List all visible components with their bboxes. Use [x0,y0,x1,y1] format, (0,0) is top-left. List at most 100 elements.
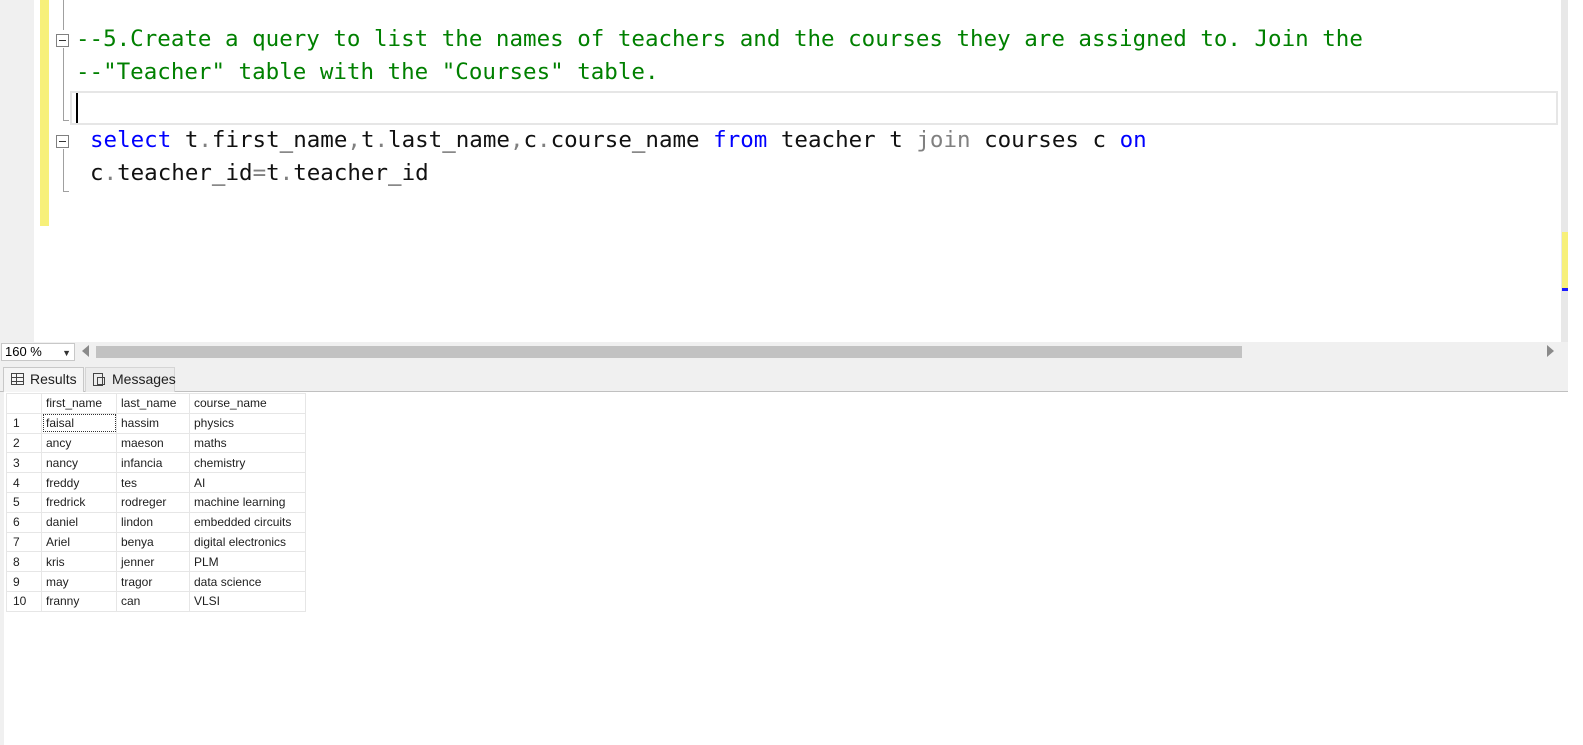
results-tab-strip: Results Messages [0,362,1568,392]
row-number-cell[interactable]: 4 [6,472,42,493]
grid-header-row: first_name last_name course_name [6,393,306,414]
sql-token: . [374,127,389,153]
fold-guide [63,48,64,120]
fold-guide-end [63,191,69,192]
sql-token: on [1119,127,1147,153]
row-number-cell[interactable]: 3 [6,452,42,474]
sql-editor[interactable]: --5.Create a query to list the names of … [0,0,1583,342]
grid-cell[interactable]: rodreger [116,491,190,513]
grid-cell[interactable]: can [116,590,190,612]
fold-guide-end [63,120,69,121]
zoom-dropdown[interactable]: 160 % ▼ [1,343,75,361]
grid-cell[interactable]: daniel [41,511,117,533]
row-number-cell[interactable]: 10 [6,590,42,612]
row-number-cell[interactable]: 8 [6,551,42,573]
table-row[interactable]: 2 ancy maeson maths [6,432,306,454]
sql-token: select [90,127,172,153]
grid-cell[interactable]: embedded circuits [189,511,306,533]
messages-icon [93,373,105,386]
table-row[interactable]: 5 fredrick rodreger machine learning [6,491,306,513]
tab-results[interactable]: Results [3,367,84,392]
current-line-highlight [70,91,1558,125]
grid-cell[interactable]: fredrick [41,491,117,513]
fold-guide [63,149,64,191]
sql-token: . [279,160,294,186]
row-number-cell[interactable]: 2 [6,432,42,454]
grid-cell[interactable]: may [41,571,117,592]
grid-cell[interactable]: infancia [116,452,190,474]
row-number-cell[interactable]: 9 [6,571,42,592]
sql-token: , [347,127,361,153]
grid-cell[interactable]: kris [41,551,117,573]
column-header-course-name[interactable]: course_name [189,393,306,414]
sql-token: from [713,127,768,153]
tab-messages[interactable]: Messages [85,367,176,392]
scroll-left-icon[interactable] [82,345,89,357]
tab-messages-label: Messages [112,371,176,387]
sql-token: teacher_id [117,160,253,186]
table-row[interactable]: 3 nancy infancia chemistry [6,452,306,474]
table-row[interactable]: 4 freddy tes AI [6,472,306,493]
horizontal-scrollbar-thumb[interactable] [96,346,1242,358]
grid-cell[interactable]: physics [189,412,306,434]
grid-cell[interactable]: tragor [116,571,190,592]
grid-cell[interactable]: Ariel [41,531,117,553]
sql-token: . [198,127,212,153]
row-number-header[interactable] [6,393,42,414]
grid-cell[interactable]: benya [116,531,190,553]
grid-cell[interactable]: VLSI [189,590,306,612]
sql-token: = [252,160,267,186]
table-row[interactable]: 7 Ariel benya digital electronics [6,531,306,553]
results-grid[interactable]: first_name last_name course_name 1 faisal… [6,393,306,612]
grid-cell[interactable]: ancy [41,432,117,454]
grid-cell[interactable]: data science [189,571,306,592]
table-row[interactable]: 10 franny can VLSI [6,590,306,612]
scroll-right-icon[interactable] [1547,345,1554,357]
grid-cell[interactable]: PLM [189,551,306,573]
fold-toggle-query[interactable] [56,135,69,148]
row-number-cell[interactable]: 1 [6,412,42,434]
comment-line-1[interactable]: --5.Create a query to list the names of … [76,24,1363,54]
tab-results-label: Results [30,371,77,387]
chevron-down-icon[interactable]: ▼ [62,345,71,361]
sql-token: t [266,160,280,186]
sql-token: courses c [970,127,1120,153]
table-row[interactable]: 6 daniel lindon embedded circuits [6,511,306,533]
row-number-cell[interactable]: 7 [6,531,42,553]
grid-icon [11,373,24,385]
sql-token: . [103,160,118,186]
row-number-cell[interactable]: 6 [6,511,42,533]
fold-toggle-comment[interactable] [56,34,69,47]
table-row[interactable]: 9 may tragor data science [6,571,306,592]
comment-line-2[interactable]: --"Teacher" table with the "Courses" tab… [76,57,658,87]
sql-line-2[interactable]: c.teacher_id=t.teacher_id [90,158,429,188]
grid-cell[interactable]: digital electronics [189,531,306,553]
grid-cell[interactable]: maeson [116,432,190,454]
sql-token: teacher_id [293,160,429,186]
grid-cell[interactable]: lindon [116,511,190,533]
grid-cell[interactable]: franny [41,590,117,612]
sql-token: , [509,127,524,153]
grid-cell[interactable]: freddy [41,472,117,493]
text-caret [76,93,78,123]
grid-cell[interactable]: hassim [116,412,190,434]
sql-token: teacher t [767,127,917,153]
grid-cell[interactable]: chemistry [189,452,306,474]
column-header-last-name[interactable]: last_name [116,393,190,414]
editor-margin [0,0,34,342]
table-row[interactable]: 1 faisal hassim physics [6,412,306,434]
grid-cell[interactable]: nancy [41,452,117,474]
grid-cell[interactable]: jenner [116,551,190,573]
zoom-value: 160 % [5,344,42,359]
sql-line-1[interactable]: select t.first_name,t.last_name,c.course… [90,125,1147,155]
window-edge [1568,0,1583,745]
grid-cell[interactable]: machine learning [189,491,306,513]
row-number-cell[interactable]: 5 [6,491,42,513]
sql-token: c [523,127,538,153]
table-row[interactable]: 8 kris jenner PLM [6,551,306,573]
grid-cell[interactable]: maths [189,432,306,454]
grid-cell[interactable]: tes [116,472,190,493]
column-header-first-name[interactable]: first_name [41,393,117,414]
grid-cell[interactable]: faisal [41,412,117,434]
grid-cell[interactable]: AI [189,472,306,493]
